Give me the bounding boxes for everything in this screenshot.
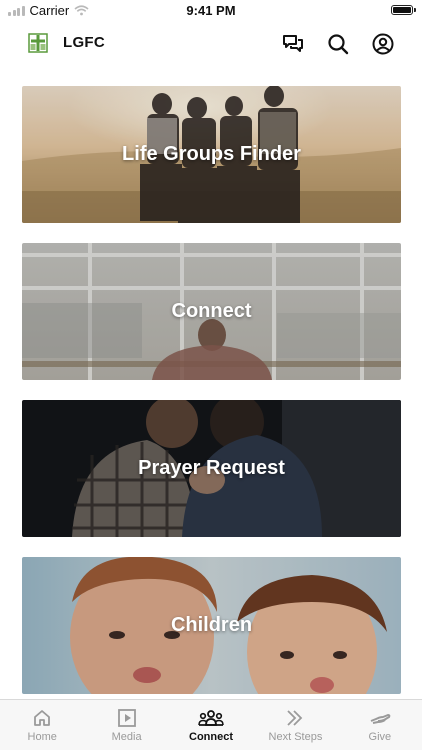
tab-next-steps[interactable]: Next Steps	[253, 700, 337, 750]
tab-give[interactable]: Give	[338, 700, 422, 750]
tab-media[interactable]: Media	[84, 700, 168, 750]
tab-label: Connect	[189, 731, 234, 743]
media-icon	[117, 709, 136, 727]
card-life-groups-finder[interactable]: Life Groups Finder	[22, 86, 401, 223]
tab-connect[interactable]: Connect	[169, 700, 253, 750]
home-icon	[34, 710, 51, 726]
search-icon[interactable]	[326, 32, 350, 56]
status-bar: Carrier 9:41 PM	[0, 0, 422, 22]
profile-icon[interactable]	[371, 32, 395, 56]
tab-label: Media	[111, 731, 142, 743]
card-prayer-request[interactable]: Prayer Request	[22, 400, 401, 537]
status-time: 9:41 PM	[186, 3, 236, 18]
chevrons-icon	[287, 710, 303, 726]
app-header: LGFC	[0, 26, 422, 62]
card-title: Prayer Request	[138, 457, 285, 479]
group-icon	[198, 710, 224, 726]
tab-label: Home	[27, 731, 57, 743]
tab-home[interactable]: Home	[0, 700, 84, 750]
app-title: LGFC	[63, 34, 106, 51]
tab-bar: Home Media Connect Next Steps Give	[0, 699, 422, 750]
card-children[interactable]: Children	[22, 557, 401, 694]
card-list: Life Groups Finder Connect Prayer Reques…	[22, 86, 401, 714]
church-logo-icon	[28, 33, 48, 53]
tab-label: Next Steps	[268, 731, 323, 743]
chat-icon[interactable]	[281, 32, 305, 56]
card-title: Connect	[171, 300, 252, 322]
battery-icon	[391, 5, 416, 15]
tab-label: Give	[368, 731, 392, 743]
card-title: Life Groups Finder	[122, 143, 301, 165]
card-title: Children	[170, 614, 253, 636]
card-connect[interactable]: Connect	[22, 243, 401, 380]
give-icon	[370, 714, 391, 724]
